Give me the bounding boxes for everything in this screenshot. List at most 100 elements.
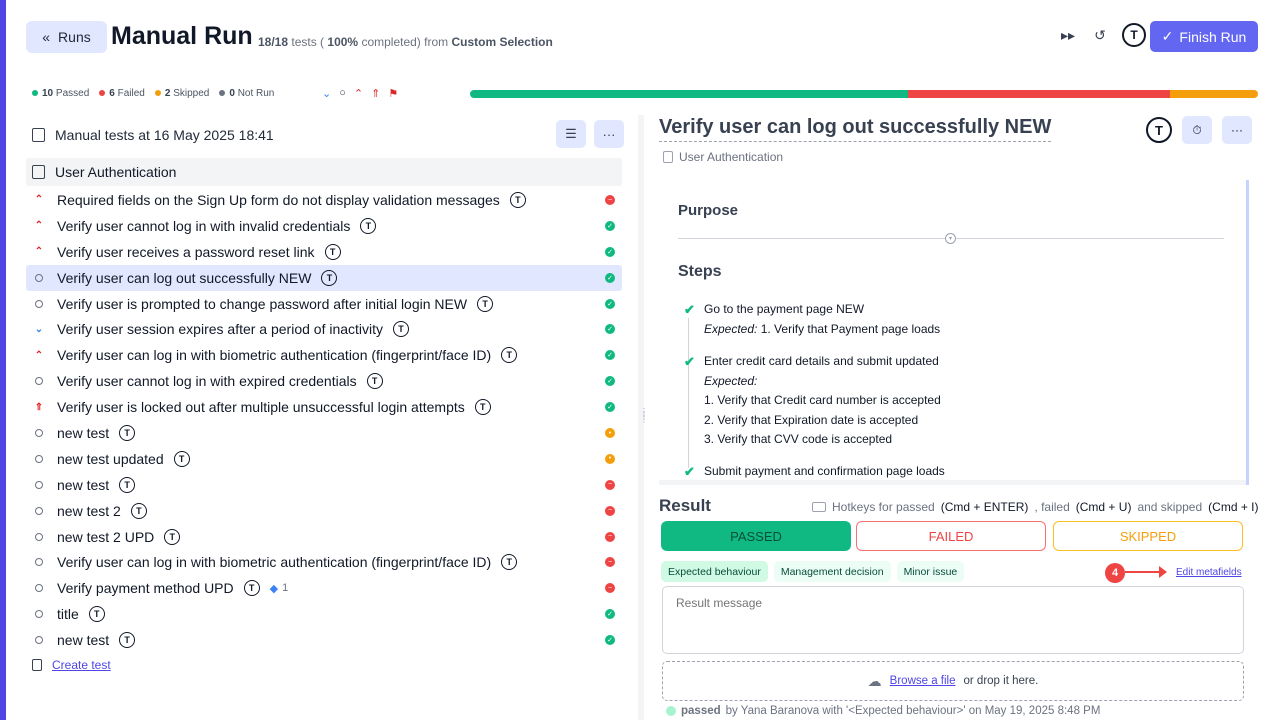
priority-normal-icon (35, 506, 43, 515)
test-row[interactable]: new test updated T • (26, 446, 622, 472)
test-list: ⌃ Required fields on the Sign Up form do … (26, 187, 622, 653)
status-passed-icon: ✓ (605, 220, 615, 231)
finish-run-button[interactable]: ✓ Finish Run (1150, 21, 1258, 52)
test-row[interactable]: new test 2 UPD T − (26, 524, 622, 550)
priority-normal-filter-icon[interactable]: ○ (339, 87, 346, 100)
test-row[interactable]: Verify user cannot log in with expired c… (26, 368, 622, 394)
test-row[interactable]: Verify payment method UPD T ◆ 1 − (26, 575, 622, 601)
test-row[interactable]: ⌃ Required fields on the Sign Up form do … (26, 187, 622, 213)
passed-counter[interactable]: 10 Passed (32, 88, 89, 99)
list-view-button[interactable]: ☰ (556, 120, 586, 148)
test-row[interactable]: ⌃ Verify user cannot log in with invalid … (26, 213, 622, 239)
priority-high-icon: ⌃ (34, 246, 44, 258)
run-group-header: Manual tests at 16 May 2025 18:41 (32, 127, 274, 143)
annotation-badge: 4 (1105, 563, 1125, 583)
tag-minor-issue[interactable]: Minor issue (896, 561, 965, 582)
priority-normal-icon (35, 636, 43, 645)
step-check-icon: ✔ (684, 464, 695, 479)
priority-normal-icon (35, 273, 43, 282)
test-title: new test (57, 632, 110, 649)
priority-high-filter-icon[interactable]: ⌃ (354, 87, 363, 100)
progress-failed-segment (907, 90, 1171, 98)
test-row[interactable]: Verify user is prompted to change passwo… (26, 291, 622, 317)
priority-normal-icon (35, 377, 43, 386)
more-icon: ··· (602, 126, 616, 142)
testomat-logo-icon: T (360, 217, 377, 234)
menu-icon: ☰ (565, 126, 577, 141)
priority-low-filter-icon[interactable]: ⌄ (322, 87, 331, 100)
edit-metafields-link[interactable]: Edit metafields (1176, 567, 1242, 578)
result-history: passed by Yana Baranova with '<Expected … (666, 705, 1100, 717)
skipped-counter[interactable]: 2 Skipped (154, 88, 209, 99)
cloud-upload-icon: ☁ (867, 672, 882, 689)
status-passed-icon: ✓ (605, 376, 615, 387)
test-row[interactable]: new test T ✓ (26, 627, 622, 653)
test-row[interactable]: ⇑ Verify user is locked out after multipl… (26, 394, 622, 420)
priority-normal-icon (35, 480, 43, 489)
test-title: title (57, 606, 79, 623)
test-title: Verify user can log in with biometric au… (57, 554, 492, 571)
testomat-logo-icon: T (321, 269, 338, 286)
status-passed-icon: ✓ (605, 298, 615, 309)
skipped-button[interactable]: SKIPPED (1053, 521, 1243, 551)
file-dropzone[interactable]: ☁ Browse a file or drop it here. (662, 661, 1244, 701)
test-description: Purpose ▾ Steps ✔ Go to the payment page … (659, 180, 1249, 485)
status-failed-icon: − (605, 505, 615, 516)
priority-important-filter-icon[interactable]: ⇑ (371, 87, 380, 100)
test-row[interactable]: Verify user can log out successfully NEW… (26, 264, 622, 291)
back-to-runs-button[interactable]: « Runs (26, 21, 107, 53)
priority-normal-icon (35, 299, 43, 308)
test-row[interactable]: ⌃ Verify user receives a password reset l… (26, 239, 622, 265)
browse-file-link[interactable]: Browse a file (890, 675, 956, 687)
run-progress-bar (470, 90, 1258, 98)
list-more-button[interactable]: ··· (594, 120, 624, 148)
testomat-logo-icon: T (324, 243, 341, 260)
resize-grip-icon[interactable]: ⋮ ⋮ ⋮ (640, 408, 648, 424)
testomat-logo-icon: T (119, 476, 136, 493)
testomat-logo-icon: T (119, 632, 136, 649)
history-icon[interactable]: ↺ (1090, 27, 1110, 44)
test-title: Verify user cannot log in with invalid c… (57, 217, 351, 234)
suite-row[interactable]: User Authentication (26, 158, 622, 186)
test-title: Verify user can log out successfully NEW (57, 269, 312, 286)
steps-heading: Steps (678, 263, 722, 280)
test-title: new test updated (57, 450, 164, 467)
test-row[interactable]: ⌃ Verify user can log in with biometric a… (26, 342, 622, 368)
detail-more-button[interactable]: ··· (1222, 116, 1252, 144)
description-resize-handle[interactable] (659, 480, 1246, 485)
fast-forward-icon[interactable]: ▸▸ (1058, 27, 1078, 44)
test-row[interactable]: new test T • (26, 420, 622, 446)
test-row[interactable]: title T ✓ (26, 601, 622, 627)
test-title: new test 2 UPD (57, 528, 155, 545)
notrun-counter[interactable]: 0 Not Run (219, 88, 274, 99)
test-row[interactable]: ⌄ Verify user session expires after a per… (26, 316, 622, 342)
finish-run-label: Finish Run (1179, 28, 1247, 45)
step-item: ✔ Submit payment and confirmation page lo… (684, 462, 945, 482)
jira-icon[interactable]: ◆ (270, 582, 278, 595)
tag-management-decision[interactable]: Management decision (773, 561, 891, 582)
priority-critical-filter-icon[interactable]: ⚑ (388, 87, 398, 100)
result-message-input[interactable] (662, 586, 1244, 654)
separator-dot-icon: ▾ (945, 233, 956, 244)
testomat-logo-icon: T (501, 347, 518, 364)
priority-normal-icon (35, 532, 43, 541)
testomat-logo-icon[interactable]: T (1146, 117, 1172, 143)
hotkeys-hint: Hotkeys for passed (Cmd + ENTER) , faile… (812, 500, 1259, 514)
testomat-logo-icon[interactable]: T (1122, 23, 1146, 47)
tag-expected-behaviour[interactable]: Expected behaviour (661, 561, 768, 582)
priority-normal-icon (35, 610, 43, 619)
test-row[interactable]: new test 2 T − (26, 498, 622, 524)
passed-button[interactable]: PASSED (661, 521, 851, 551)
test-detail-title[interactable]: Verify user can log out successfully NEW (659, 116, 1052, 142)
step-text: Go to the payment page NEW (704, 302, 865, 316)
failed-counter[interactable]: 6 Failed (99, 88, 145, 99)
detail-suite-breadcrumb[interactable]: User Authentication (663, 150, 783, 164)
timer-button[interactable]: ⏱ (1182, 116, 1212, 144)
create-test-link[interactable]: Create test (32, 658, 111, 672)
test-row[interactable]: new test T − (26, 472, 622, 498)
new-file-icon (32, 659, 42, 671)
failed-button[interactable]: FAILED (856, 521, 1046, 551)
double-chevron-left-icon: « (42, 29, 51, 45)
suite-title: User Authentication (55, 164, 177, 180)
test-row[interactable]: Verify user can log in with biometric au… (26, 549, 622, 575)
